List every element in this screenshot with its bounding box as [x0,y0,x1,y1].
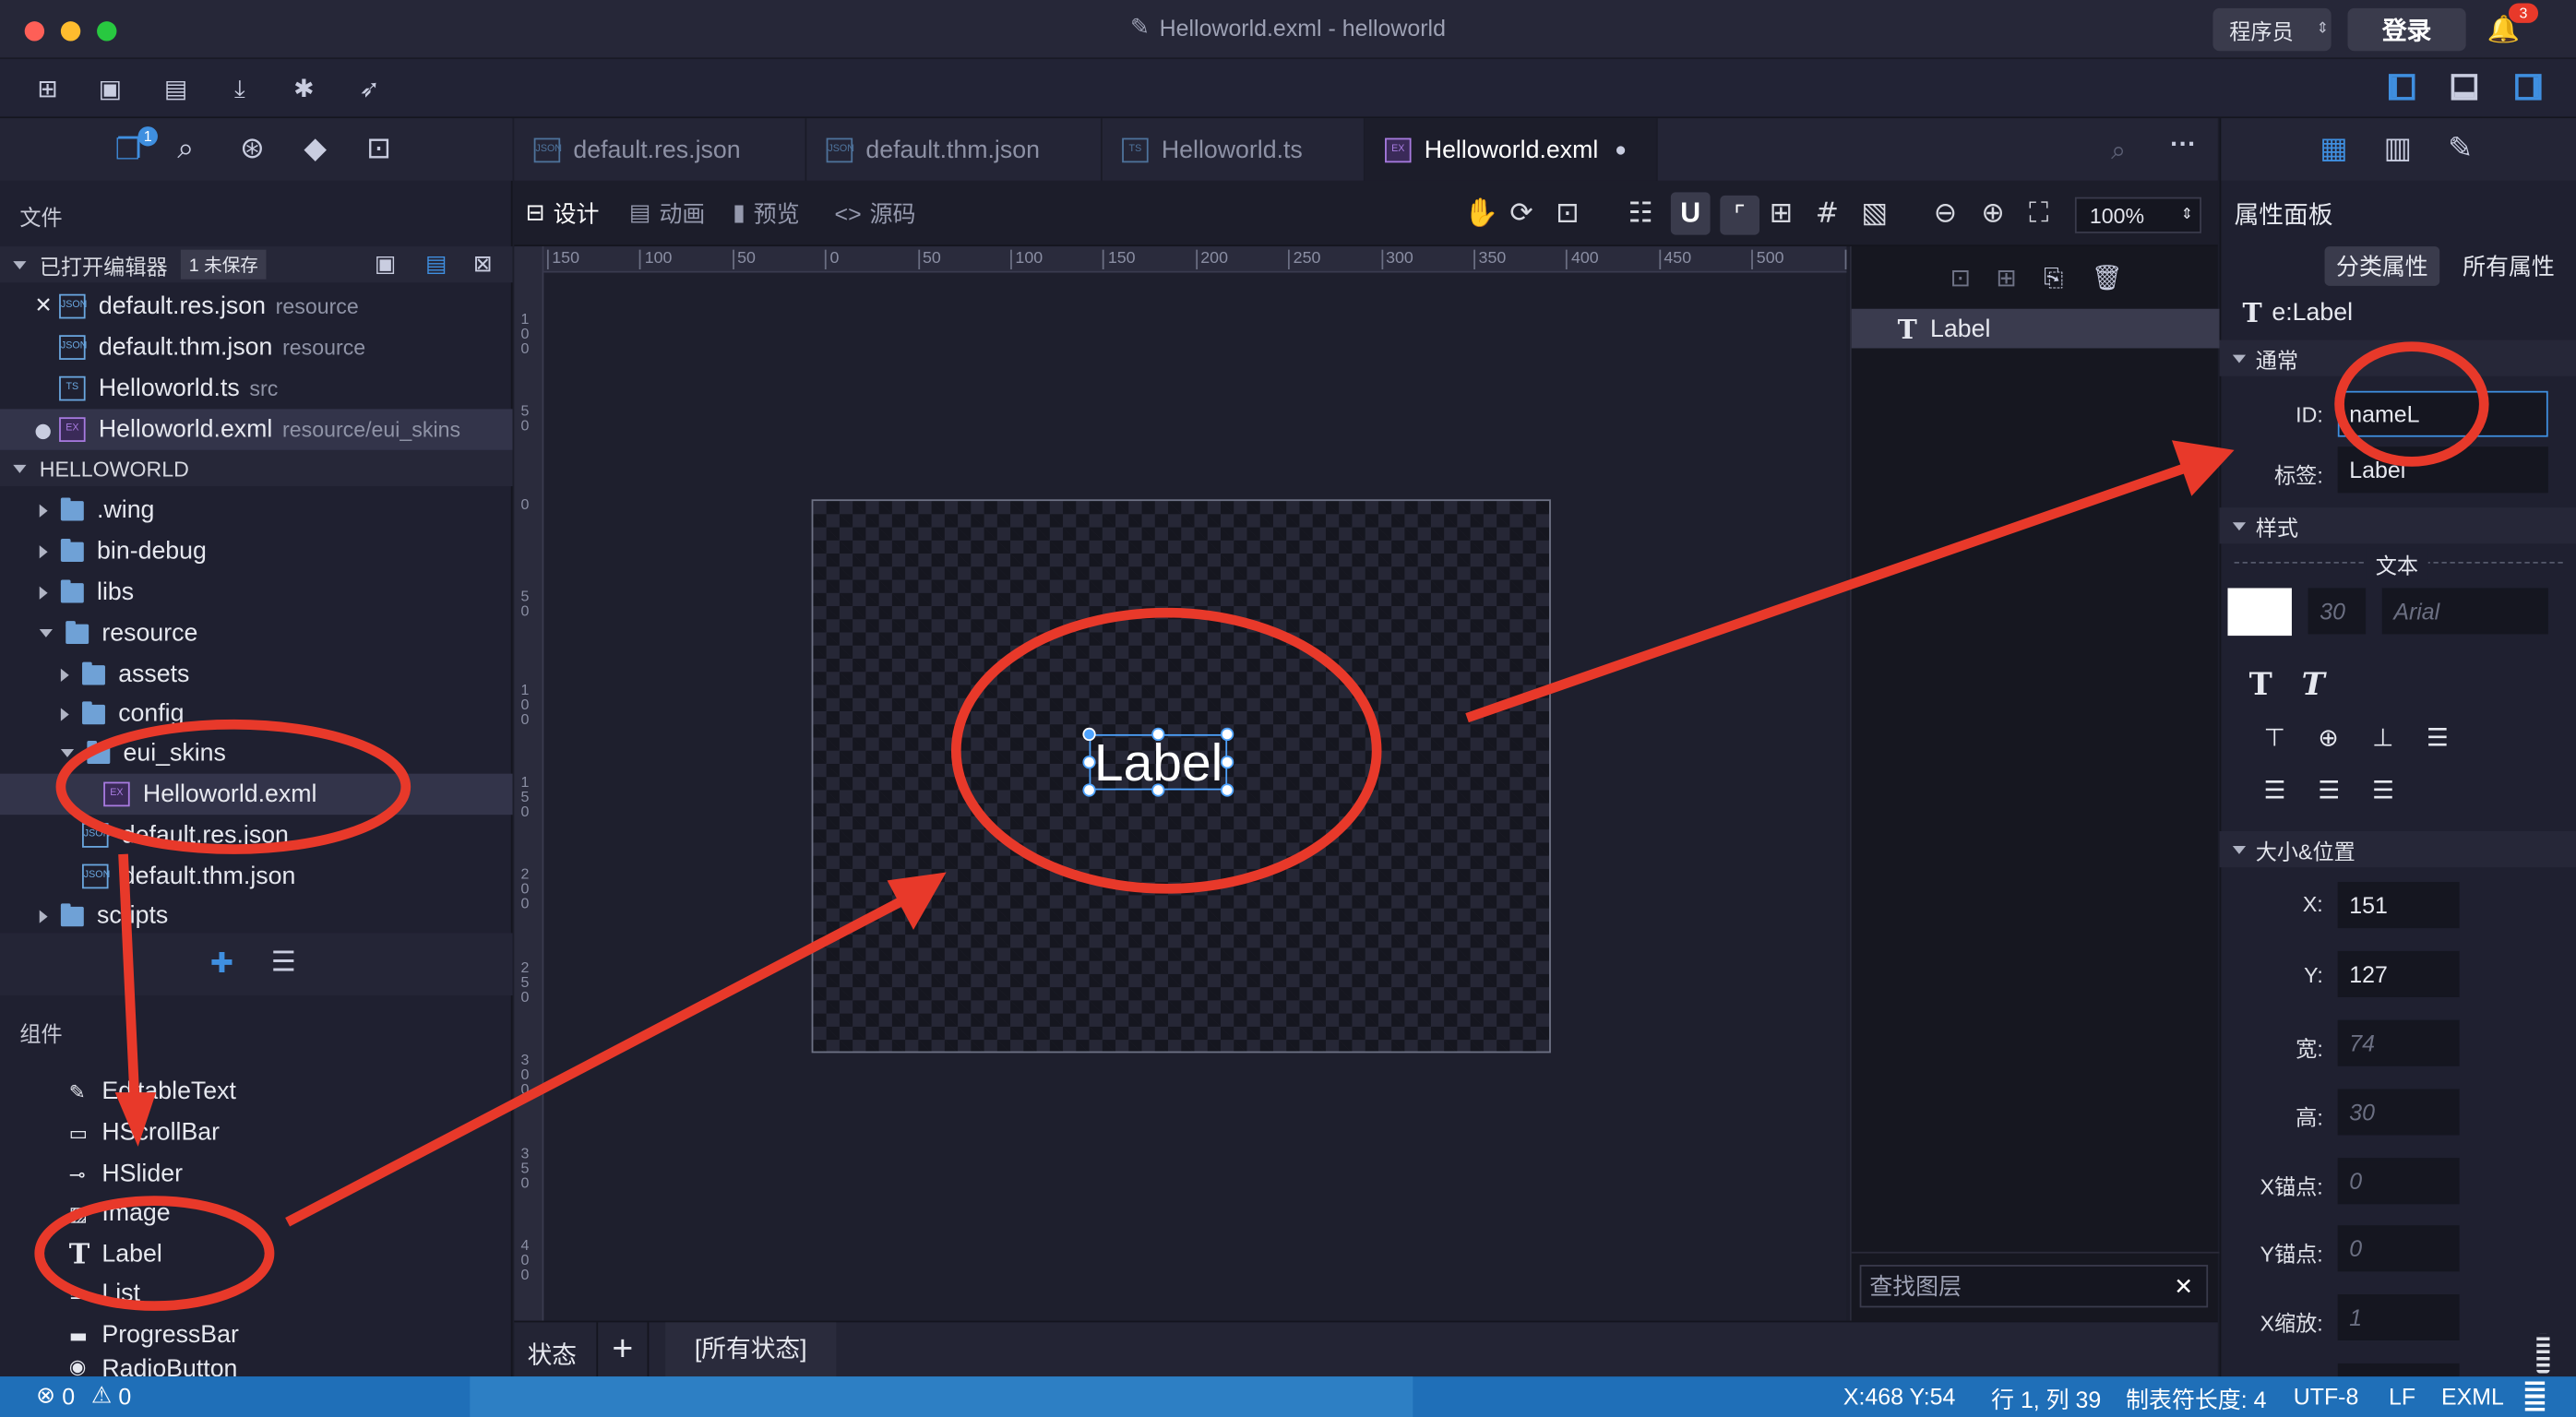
annotation-ellipse [34,1196,275,1311]
annotation-ellipse [950,607,1382,894]
annotation-overlay [34,341,2489,1311]
annotation-arrow [285,896,906,1227]
annotation-arrow [118,853,140,1101]
annotation-ellipse [2334,341,2489,467]
annotation-arrowhead [114,1092,157,1147]
annotation-ellipse [55,719,411,854]
annotation-arrow [1465,463,2187,723]
